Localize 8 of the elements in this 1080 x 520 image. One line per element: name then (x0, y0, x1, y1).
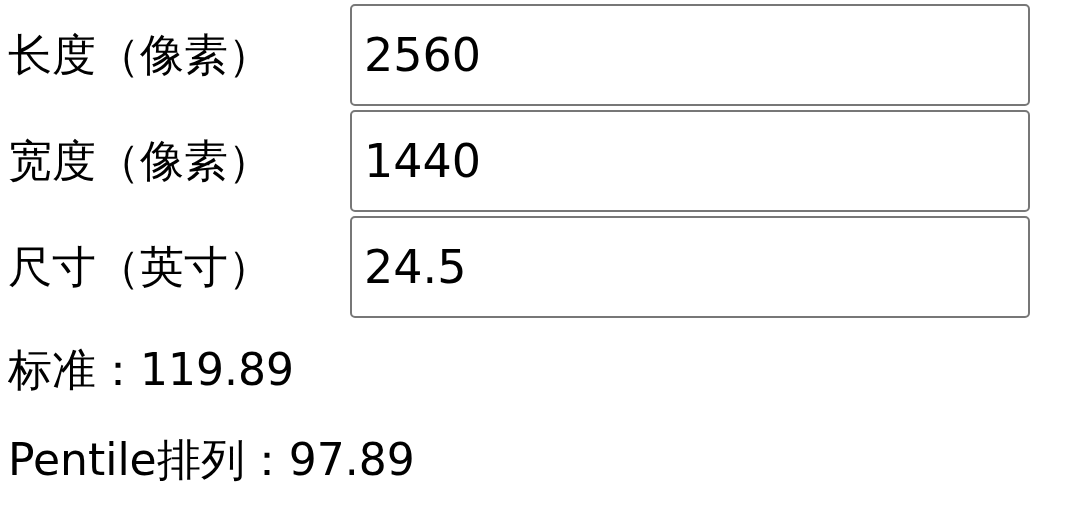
input-field[interactable]: 24.5 (350, 216, 1030, 318)
result-text: 标准：119.89 (8, 343, 295, 397)
field-label: 尺寸（英寸） (8, 239, 273, 294)
field-label: 长度（像素） (8, 27, 273, 82)
field-label: 宽度（像素） (8, 133, 273, 188)
input-field[interactable]: 1440 (350, 110, 1030, 212)
input-field[interactable]: 2560 (350, 4, 1030, 106)
result-text: Pentile排列：97.89 (8, 433, 416, 487)
